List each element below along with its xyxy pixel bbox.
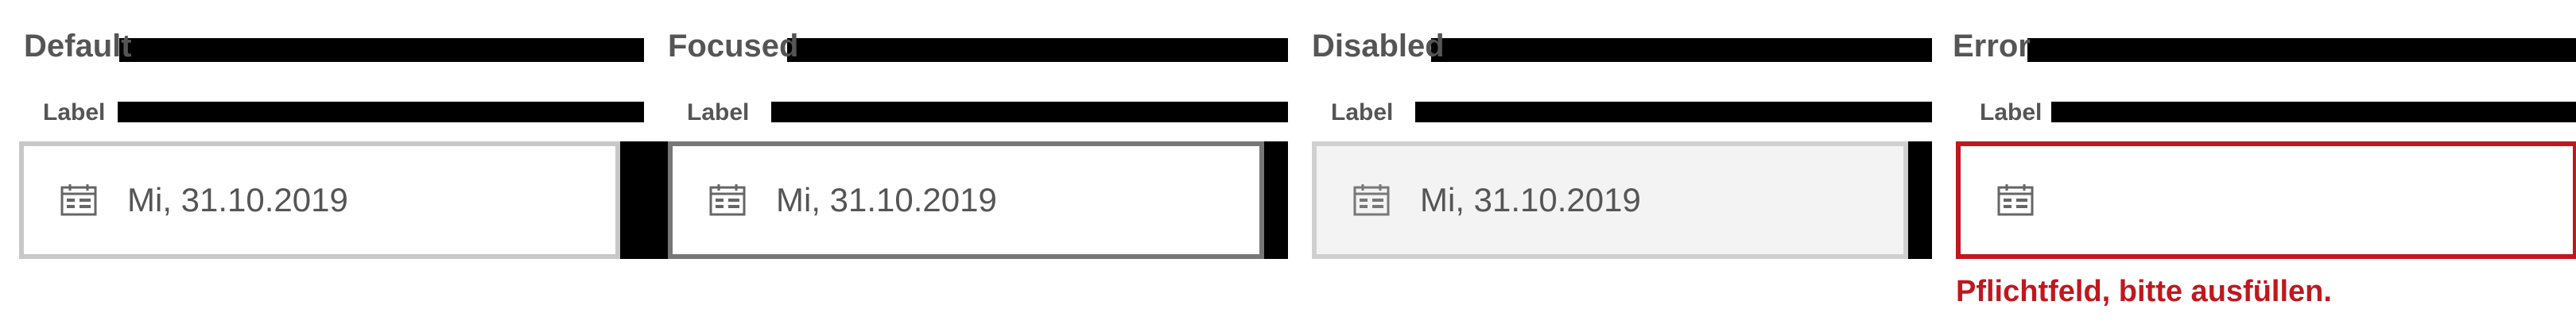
state-title: Error	[1953, 29, 2031, 64]
state-focused: Focused Label Mi, 31.10.2019	[644, 0, 1288, 336]
state-title: Focused	[668, 29, 799, 64]
state-default: Default Label Mi, 31.10.2019	[0, 0, 644, 336]
state-error: Error Label Pflichtfeld, bitte ausfüllen…	[1932, 0, 2576, 336]
state-disabled: Disabled Label Mi, 31.10.2019	[1288, 0, 1932, 336]
field-label: Label	[687, 99, 750, 126]
field-label: Label	[43, 99, 106, 126]
redaction-bar	[787, 38, 1288, 62]
date-value: Mi, 31.10.2019	[1420, 181, 1641, 218]
gap-fill	[620, 141, 644, 259]
calendar-icon	[60, 184, 97, 216]
calendar-icon	[1997, 184, 2034, 216]
gap-fill	[644, 141, 668, 259]
calendar-icon	[709, 184, 746, 216]
redaction-bar	[118, 102, 644, 122]
redaction-bar	[2051, 102, 2576, 122]
field-label: Label	[1980, 99, 2043, 126]
calendar-icon	[1353, 184, 1390, 216]
error-message: Pflichtfeld, bitte ausfüllen.	[1956, 275, 2332, 308]
gap-fill	[1908, 141, 1932, 259]
state-title: Default	[24, 29, 132, 64]
redaction-bar	[2027, 38, 2576, 62]
date-value: Mi, 31.10.2019	[127, 181, 348, 218]
redaction-bar	[1431, 38, 1932, 62]
gap-fill	[1264, 141, 1288, 259]
date-input-disabled: Mi, 31.10.2019	[1312, 141, 1908, 259]
date-input[interactable]: Mi, 31.10.2019	[668, 141, 1264, 259]
redaction-bar	[119, 38, 644, 62]
redaction-bar	[771, 102, 1288, 122]
date-input-error[interactable]	[1956, 141, 2576, 259]
datepicker-states-canvas: Default Label Mi, 31.10.2019 Focused Lab…	[0, 0, 2576, 336]
date-value: Mi, 31.10.2019	[776, 181, 997, 218]
redaction-bar	[1415, 102, 1932, 122]
date-input[interactable]: Mi, 31.10.2019	[19, 141, 620, 259]
field-label: Label	[1331, 99, 1394, 126]
state-title: Disabled	[1312, 29, 1445, 64]
